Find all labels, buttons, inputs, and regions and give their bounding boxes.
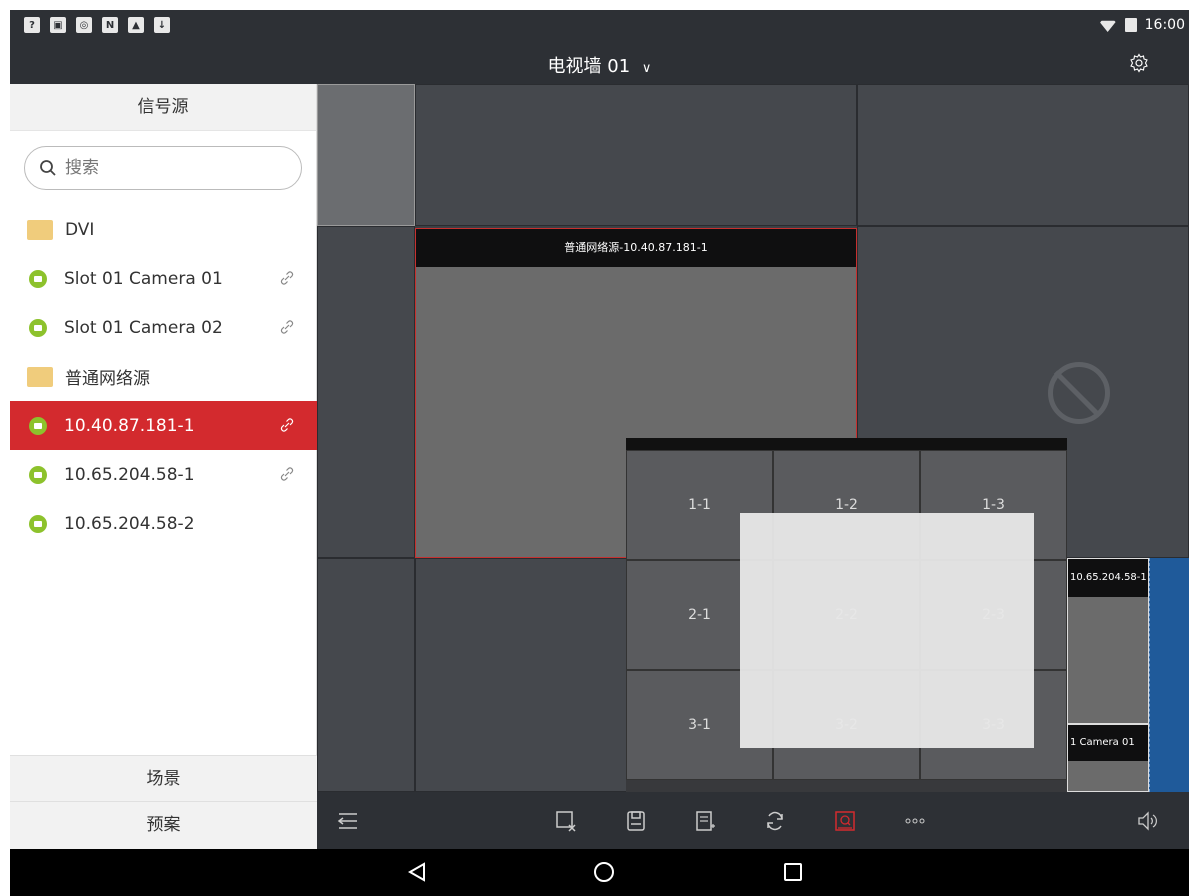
wall-cell[interactable]: [415, 84, 857, 226]
link-icon: [280, 320, 294, 334]
photo-icon: ▣: [50, 17, 66, 33]
source-label: Slot 01 Camera 02: [64, 317, 223, 338]
download-icon: ↓: [154, 17, 170, 33]
search-box[interactable]: [24, 146, 302, 190]
wall-cell[interactable]: [317, 558, 415, 792]
source-item-10-65-204-58-2[interactable]: 10.65.204.58-2: [10, 499, 317, 548]
close-window-icon[interactable]: [555, 810, 577, 832]
wall-selector[interactable]: 电视墙 01 ∨: [10, 52, 1189, 78]
zoom-window-icon[interactable]: [834, 810, 856, 832]
home-icon[interactable]: [593, 861, 615, 883]
gear-icon[interactable]: [1129, 53, 1149, 73]
camera-icon: [29, 465, 47, 484]
volume-icon[interactable]: [1137, 810, 1159, 832]
chevron-down-icon: ∨: [641, 61, 652, 76]
wall-cell[interactable]: [857, 84, 1189, 226]
source-label: 10.65.204.58-1: [64, 464, 195, 485]
folder-icon: [27, 366, 53, 387]
camera-icon: [29, 514, 47, 533]
source-label: 普通网络源: [65, 369, 150, 389]
source-item-slot01-camera02[interactable]: Slot 01 Camera 02: [10, 303, 317, 352]
wifi-question-icon: ?: [24, 17, 40, 33]
link-icon: [280, 467, 294, 481]
wall-window-right[interactable]: 10.65.204.58-1: [1067, 558, 1149, 724]
refresh-icon[interactable]: [764, 810, 786, 832]
camera-icon: [29, 416, 47, 435]
n-icon: N: [102, 17, 118, 33]
title-bar: 电视墙 01 ∨: [10, 42, 1189, 84]
window-title: 1 Camera 01: [1068, 725, 1148, 761]
more-icon[interactable]: [904, 810, 926, 832]
wall-window-right-bottom[interactable]: 1 Camera 01: [1067, 724, 1149, 792]
menu-collapse-icon[interactable]: [337, 810, 359, 832]
video-wall[interactable]: 普通网络源-10.40.87.181-1 10.65.204.58-1 1 Ca…: [317, 84, 1189, 792]
vpn-icon: ◎: [76, 17, 92, 33]
source-label: Slot 01 Camera 01: [64, 268, 223, 289]
plan-tab[interactable]: 预案: [10, 801, 317, 849]
source-list: DVI Slot 01 Camera 01 Slot 01 Camera 02 …: [10, 205, 317, 548]
link-icon: [280, 271, 294, 285]
status-icons: ? ▣ ◎ N ▲ ↓: [24, 17, 170, 33]
wifi-icon: [1098, 20, 1117, 32]
source-item-slot01-camera01[interactable]: Slot 01 Camera 01: [10, 254, 317, 303]
window-title: 普通网络源-10.40.87.181-1: [416, 229, 856, 267]
source-label: 10.65.204.58-2: [64, 513, 195, 534]
add-document-icon[interactable]: [694, 810, 716, 832]
signal-source-panel: 信号源 DVI Slot 01 Camera 01 Slot 01 Camera…: [10, 84, 317, 849]
camera-icon: [29, 318, 47, 337]
recents-icon[interactable]: [782, 861, 804, 883]
wall-window-blue[interactable]: [1149, 558, 1189, 792]
source-item-dvi[interactable]: DVI: [10, 205, 317, 254]
wall-title: 电视墙 01: [547, 56, 631, 77]
split-selection-highlight: [740, 513, 1034, 748]
status-bar: ? ▣ ◎ N ▲ ↓ 16:00: [10, 10, 1189, 42]
source-item-network-folder[interactable]: 普通网络源: [10, 352, 317, 401]
panel-header: 信号源: [10, 84, 316, 131]
image-icon: ▲: [128, 17, 144, 33]
forbidden-icon: [1048, 362, 1110, 424]
scene-tab[interactable]: 场景: [10, 755, 317, 801]
bottom-toolbar: [317, 792, 1189, 849]
folder-icon: [27, 219, 53, 240]
search-icon: [40, 160, 56, 176]
save-icon[interactable]: [625, 810, 647, 832]
system-nav-bar: [10, 849, 1189, 896]
source-item-10-65-204-58-1[interactable]: 10.65.204.58-1: [10, 450, 317, 499]
window-title: 10.65.204.58-1: [1068, 559, 1148, 597]
source-label: 10.40.87.181-1: [64, 415, 195, 436]
wall-cell[interactable]: [317, 226, 415, 558]
search-input[interactable]: [65, 158, 265, 178]
back-icon[interactable]: [406, 861, 428, 883]
wall-cell[interactable]: [317, 84, 415, 226]
battery-icon: [1124, 18, 1137, 32]
camera-icon: [29, 269, 47, 288]
source-item-10-40-87-181-1[interactable]: 10.40.87.181-1: [10, 401, 317, 450]
source-label: DVI: [65, 219, 95, 240]
status-time: 16:00: [1144, 17, 1185, 33]
link-icon: [280, 418, 294, 432]
